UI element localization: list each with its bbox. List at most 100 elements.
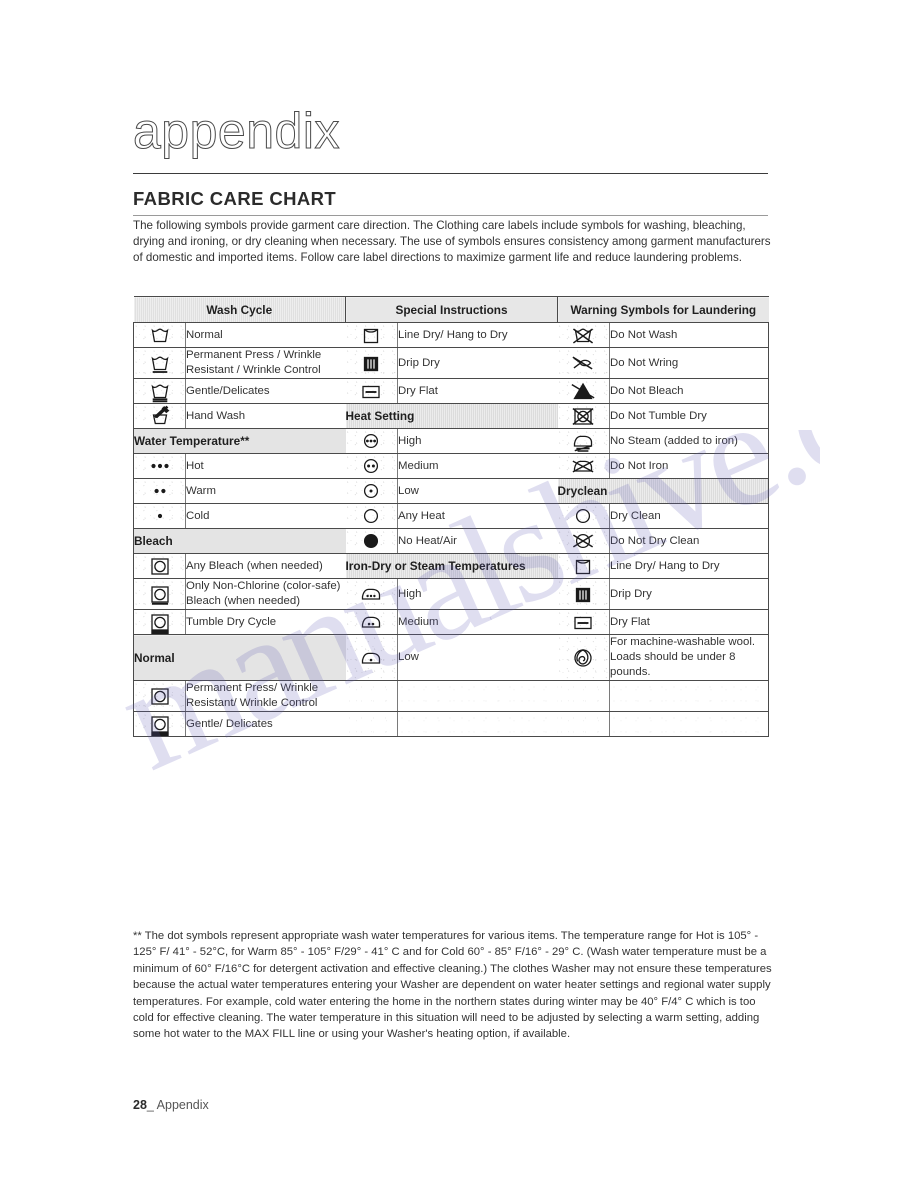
table-cell-label: Permanent Press / Wrinkle Resistant / Wr… xyxy=(185,347,346,379)
table-cell-label: Dry Clean xyxy=(609,503,770,529)
table-cell-label: Permanent Press/ Wrinkle Resistant/ Wrin… xyxy=(185,680,346,712)
section-heading: FABRIC CARE CHART xyxy=(133,188,768,216)
table-cell-label: Medium xyxy=(397,609,558,635)
table-cell-label: Do Not Iron xyxy=(609,453,770,479)
table-row: Tumble Dry Cycle Medium Dry Flat xyxy=(133,609,770,635)
table-cell-label: Line Dry/ Hang to Dry xyxy=(609,553,770,579)
table-section-band: Iron-Dry or Steam Temperatures xyxy=(345,553,558,579)
table-row: Hot Medium Do Not Iron xyxy=(133,453,770,479)
table-cell-label: Line Dry/ Hang to Dry xyxy=(397,322,558,348)
two-dots-icon xyxy=(133,478,186,504)
square-circle-icon xyxy=(133,680,186,712)
page-footer-separator: _ xyxy=(146,1098,154,1112)
circle-empty-icon xyxy=(345,503,399,529)
table-cell-label: Gentle/ Delicates xyxy=(185,711,346,737)
three-dots-icon xyxy=(133,453,186,479)
column-header-special-instructions: Special Instructions xyxy=(345,296,558,323)
table-row: Water Temperature** High No Steam (added t… xyxy=(132,428,770,454)
circle-filled-icon xyxy=(345,528,399,554)
table-cell-label: For machine-washable wool. Loads should … xyxy=(609,634,770,681)
wash-tub-1bar-icon xyxy=(133,347,186,379)
table-cell-label: Dry Flat xyxy=(397,378,558,404)
dry-flat-icon xyxy=(345,378,399,404)
table-cell-label: Hand Wash xyxy=(185,403,346,429)
page-number: 28 xyxy=(133,1098,147,1112)
table-cell-label: Do Not Dry Clean xyxy=(609,528,770,554)
table-row: Normal Line Dry/ Hang to Dry Do Not Wash xyxy=(133,322,770,348)
line-dry-icon xyxy=(345,322,399,348)
table-row: Gentle/Delicates Dry Flat Do Not Bleach xyxy=(133,378,770,404)
table-cell-label: Low xyxy=(397,478,558,504)
table-row: Hand Wash Heat Setting Do Not Tumble Dry xyxy=(133,403,770,429)
table-cell-label: Do Not Tumble Dry xyxy=(609,403,770,429)
do-not-dry-clean-icon xyxy=(557,528,611,554)
table-row: Permanent Press / Wrinkle Resistant / Wr… xyxy=(133,347,770,379)
table-section-band: Normal xyxy=(132,634,346,681)
column-header-warning-symbols: Warning Symbols for Laundering xyxy=(557,296,769,323)
do-not-tumble-dry-icon xyxy=(557,403,611,429)
fabric-care-table: Wash Cycle Special Instructions Warning … xyxy=(132,296,770,737)
do-not-wash-icon xyxy=(557,322,611,348)
wash-tub-icon xyxy=(133,322,186,348)
table-cell-label: Do Not Bleach xyxy=(609,378,770,404)
wool-icon xyxy=(557,634,611,681)
table-section-band: Water Temperature** xyxy=(132,428,346,454)
do-not-wring-icon xyxy=(557,347,611,379)
square-circle-2bar-icon xyxy=(133,711,186,737)
circle-one-dot-icon xyxy=(345,478,399,504)
table-row: Normal Low For machine-washable wool. Load… xyxy=(132,634,770,681)
table-row: Bleach No Heat/Air Do Not Dry Clean xyxy=(132,528,770,554)
table-cell-label: High xyxy=(397,578,558,610)
table-header-row: Wash Cycle Special Instructions Warning … xyxy=(133,296,769,323)
square-circle-icon xyxy=(133,553,186,579)
table-cell-label: Tumble Dry Cycle xyxy=(185,609,346,635)
table-cell-label: Do Not Wash xyxy=(609,322,770,348)
do-not-iron-icon xyxy=(557,453,611,479)
table-cell-label: Any Heat xyxy=(397,503,558,529)
table-cell-label: Normal xyxy=(185,322,346,348)
hand-wash-icon xyxy=(133,403,186,429)
table-cell-label-empty xyxy=(397,711,558,737)
iron-three-dots-icon xyxy=(345,578,399,610)
drip-dry-icon xyxy=(345,347,399,379)
table-cell-label: Do Not Wring xyxy=(609,347,770,379)
table-cell-label: Cold xyxy=(185,503,346,529)
page-footer: 28_ Appendix xyxy=(133,1098,209,1112)
table-row: Only Non-Chlorine (color-safe) Bleach (wh… xyxy=(133,578,770,610)
table-cell-label-empty xyxy=(609,711,770,737)
iron-one-dot-icon xyxy=(345,634,399,681)
footnote-text: ** The dot symbols represent appropriate… xyxy=(133,930,772,1041)
table-section-band: Heat Setting xyxy=(345,403,558,429)
table-cell-symbol-empty xyxy=(557,711,611,737)
table-cell-label: Dry Flat xyxy=(609,609,770,635)
table-cell-label: Warm xyxy=(185,478,346,504)
section-intro: The following symbols provide garment ca… xyxy=(133,219,771,265)
table-cell-label: Medium xyxy=(397,453,558,479)
table-cell-label: Gentle/Delicates xyxy=(185,378,346,404)
table-cell-label: Low xyxy=(397,634,558,681)
one-dot-icon xyxy=(133,503,186,529)
document-page: manualshive.com appendix FABRIC CARE CHA… xyxy=(0,0,918,1188)
circle-three-dots-icon xyxy=(345,428,399,454)
table-row: Permanent Press/ Wrinkle Resistant/ Wrin… xyxy=(133,680,770,712)
square-circle-1bar-icon xyxy=(133,578,186,610)
table-header: Wash Cycle Special Instructions Warning … xyxy=(133,296,769,323)
iron-two-dots-icon xyxy=(345,609,399,635)
table-cell-label: Drip Dry xyxy=(397,347,558,379)
table-row: Warm Low Dryclean xyxy=(133,478,770,504)
table-cell-label: Any Bleach (when needed) xyxy=(185,553,346,579)
table-body: Normal Line Dry/ Hang to Dry Do Not Wash Pe… xyxy=(132,322,770,737)
no-steam-icon xyxy=(557,428,611,454)
dry-flat-icon xyxy=(557,609,611,635)
table-row: Cold Any Heat Dry Clean xyxy=(133,503,770,529)
section-divider xyxy=(133,215,768,216)
table-cell-symbol-empty xyxy=(345,680,399,712)
section-title: FABRIC CARE CHART xyxy=(133,188,337,209)
line-dry-icon xyxy=(557,553,611,579)
page-footer-label: Appendix xyxy=(156,1098,209,1112)
drip-dry-icon xyxy=(557,578,611,610)
table-cell-label-empty xyxy=(397,680,558,712)
page-title: appendix xyxy=(133,103,340,159)
table-row: Any Bleach (when needed) Iron-Dry or Stea… xyxy=(133,553,770,579)
table-cell-symbol-empty xyxy=(557,680,611,712)
